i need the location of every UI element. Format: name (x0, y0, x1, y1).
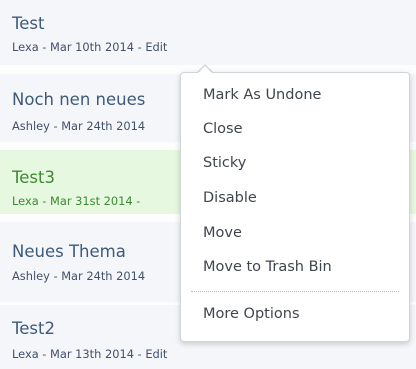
thread-meta: Lexa - Mar 31st 2014 - (12, 194, 141, 208)
thread-date: Mar 13th 2014 (50, 347, 134, 361)
thread-options-menu: Mark As Undone Close Sticky Disable Move… (180, 72, 410, 342)
thread-title[interactable]: Test (12, 14, 45, 33)
thread-author[interactable]: Lexa (12, 194, 39, 208)
thread-author[interactable]: Lexa (12, 347, 39, 361)
thread-meta: Lexa - Mar 10th 2014 - Edit (12, 40, 168, 54)
menu-item-disable[interactable]: Disable (203, 190, 257, 206)
thread-date: Mar 10th 2014 (50, 40, 134, 54)
edit-link[interactable]: Edit (145, 40, 167, 54)
thread-author[interactable]: Ashley (12, 269, 50, 283)
thread-row: Test Lexa - Mar 10th 2014 - Edit (0, 0, 416, 65)
menu-item-close[interactable]: Close (203, 121, 243, 137)
menu-item-move-to-trash[interactable]: Move to Trash Bin (203, 259, 332, 275)
thread-title[interactable]: Noch nen neues (12, 90, 145, 109)
thread-author[interactable]: Lexa (12, 40, 39, 54)
edit-link[interactable]: Edit (145, 347, 167, 361)
thread-title[interactable]: Test3 (12, 168, 55, 187)
menu-item-mark-undone[interactable]: Mark As Undone (203, 87, 321, 103)
thread-meta: Ashley - Mar 24th 2014 (12, 269, 146, 283)
menu-divider (191, 291, 399, 292)
menu-item-more-options[interactable]: More Options (203, 306, 300, 322)
thread-date: Mar 24th 2014 (61, 119, 146, 133)
thread-author[interactable]: Ashley (12, 119, 50, 133)
menu-item-move[interactable]: Move (203, 225, 242, 241)
thread-date: Mar 31st 2014 (50, 194, 133, 208)
thread-title[interactable]: Neues Thema (12, 242, 126, 261)
menu-pointer-fill (198, 66, 212, 73)
thread-date: Mar 24th 2014 (61, 269, 146, 283)
thread-meta: Ashley - Mar 24th 2014 (12, 119, 146, 133)
thread-meta: Lexa - Mar 13th 2014 - Edit (12, 347, 168, 361)
menu-item-sticky[interactable]: Sticky (203, 155, 246, 171)
thread-title[interactable]: Test2 (12, 319, 55, 338)
